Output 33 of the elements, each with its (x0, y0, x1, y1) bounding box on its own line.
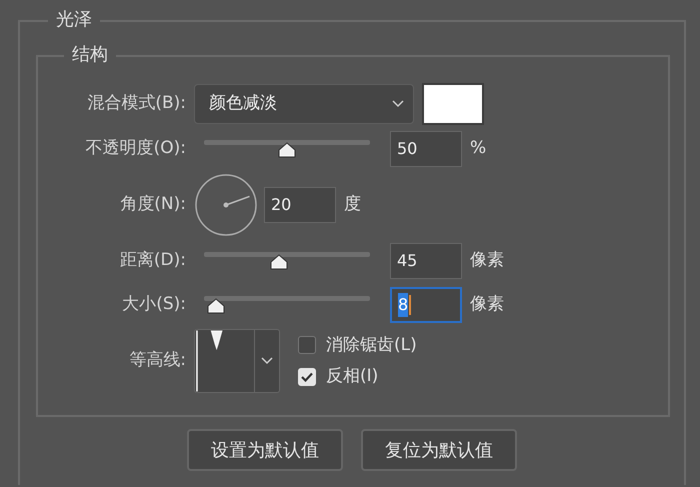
slider-track[interactable] (204, 296, 370, 301)
blend-mode-dropdown[interactable]: 颜色减淡 (194, 84, 414, 124)
contour-picker[interactable] (194, 329, 280, 393)
checkbox-option[interactable]: 消除锯齿(L) (298, 332, 417, 358)
unit-label: 度 (344, 193, 361, 216)
number-field[interactable]: 45 (390, 243, 462, 279)
number-field[interactable]: 20 (264, 187, 336, 223)
field-label: 混合模式(B): (86, 92, 187, 116)
field-label: 等高线: (128, 349, 187, 372)
field-label: 大小(S): (121, 293, 187, 316)
checkbox[interactable] (298, 336, 316, 354)
default-button[interactable]: 复位为默认值 (361, 429, 517, 471)
field-label: 不透明度(O): (84, 137, 187, 160)
chevron-down-icon (391, 99, 405, 109)
default-button[interactable]: 设置为默认值 (187, 429, 343, 471)
number-field[interactable]: 8 (390, 287, 462, 323)
unit-label: 像素 (470, 293, 504, 316)
chevron-down-icon (261, 357, 273, 365)
unit-label: % (470, 137, 486, 160)
contour-curve-drawing (195, 330, 255, 392)
color-swatch[interactable] (422, 83, 484, 125)
angle-dial[interactable] (194, 173, 258, 237)
check-icon (301, 372, 313, 382)
slider-thumb[interactable] (206, 298, 225, 314)
slider-track[interactable] (204, 252, 370, 257)
slider-thumb[interactable] (278, 142, 296, 158)
number-field[interactable]: 50 (390, 131, 462, 167)
unit-label: 像素 (470, 249, 504, 272)
checkbox-option[interactable]: 反相(I) (298, 364, 417, 390)
field-label: 距离(D): (118, 249, 187, 272)
field-label: 角度(N): (119, 193, 187, 216)
slider-thumb[interactable] (270, 254, 288, 270)
slider-track[interactable] (204, 140, 370, 145)
